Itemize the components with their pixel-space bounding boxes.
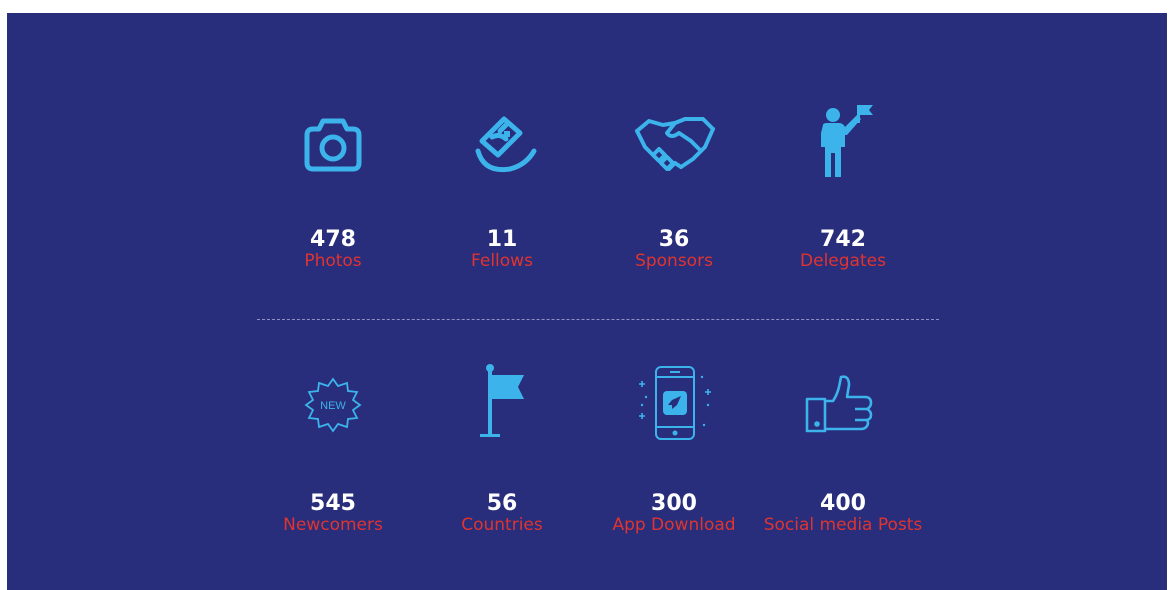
thumbs-up-icon	[803, 371, 877, 439]
stat-value: 11	[486, 227, 518, 252]
stat-value: 400	[820, 491, 866, 516]
stat-label: Social media Posts	[763, 515, 923, 535]
flag-icon	[478, 363, 528, 447]
stat-label: Fellows	[471, 251, 533, 271]
stat-label: Newcomers	[283, 515, 383, 535]
stat-fellows: 11 Fellows	[412, 103, 592, 283]
person-with-flag-icon	[817, 103, 877, 183]
camera-icon	[301, 113, 365, 177]
stat-photos: 478 Photos	[243, 103, 423, 283]
stat-app-download: 300 App Download	[584, 363, 764, 543]
stat-sponsors: 36 Sponsors	[584, 103, 764, 283]
stat-value: 300	[651, 491, 697, 516]
stat-label: Delegates	[800, 251, 886, 271]
badge-text: NEW	[320, 400, 346, 412]
stats-panel: 478 Photos 11 Fellows 36 Sponsors 742 De…	[7, 13, 1167, 590]
stat-newcomers: NEW 545 Newcomers	[243, 363, 423, 543]
stat-value: 36	[658, 227, 690, 252]
smartphone-rocket-icon	[628, 365, 720, 449]
stat-delegates: 742 Delegates	[753, 103, 933, 283]
stat-value: 742	[820, 227, 866, 252]
stat-value: 545	[310, 491, 356, 516]
stat-value: 478	[310, 227, 356, 252]
dashed-divider	[257, 319, 939, 320]
stat-countries: 56 Countries	[412, 363, 592, 543]
new-badge-icon: NEW	[303, 375, 363, 439]
stat-value: 56	[486, 491, 518, 516]
handshake-icon	[633, 113, 717, 177]
stat-label: App Download	[612, 515, 736, 535]
graduation-cap-icon	[470, 111, 540, 179]
stat-label: Countries	[461, 515, 543, 535]
stat-social-media-posts: 400 Social media Posts	[753, 363, 933, 543]
stat-label: Photos	[304, 251, 362, 271]
stat-label: Sponsors	[635, 251, 713, 271]
